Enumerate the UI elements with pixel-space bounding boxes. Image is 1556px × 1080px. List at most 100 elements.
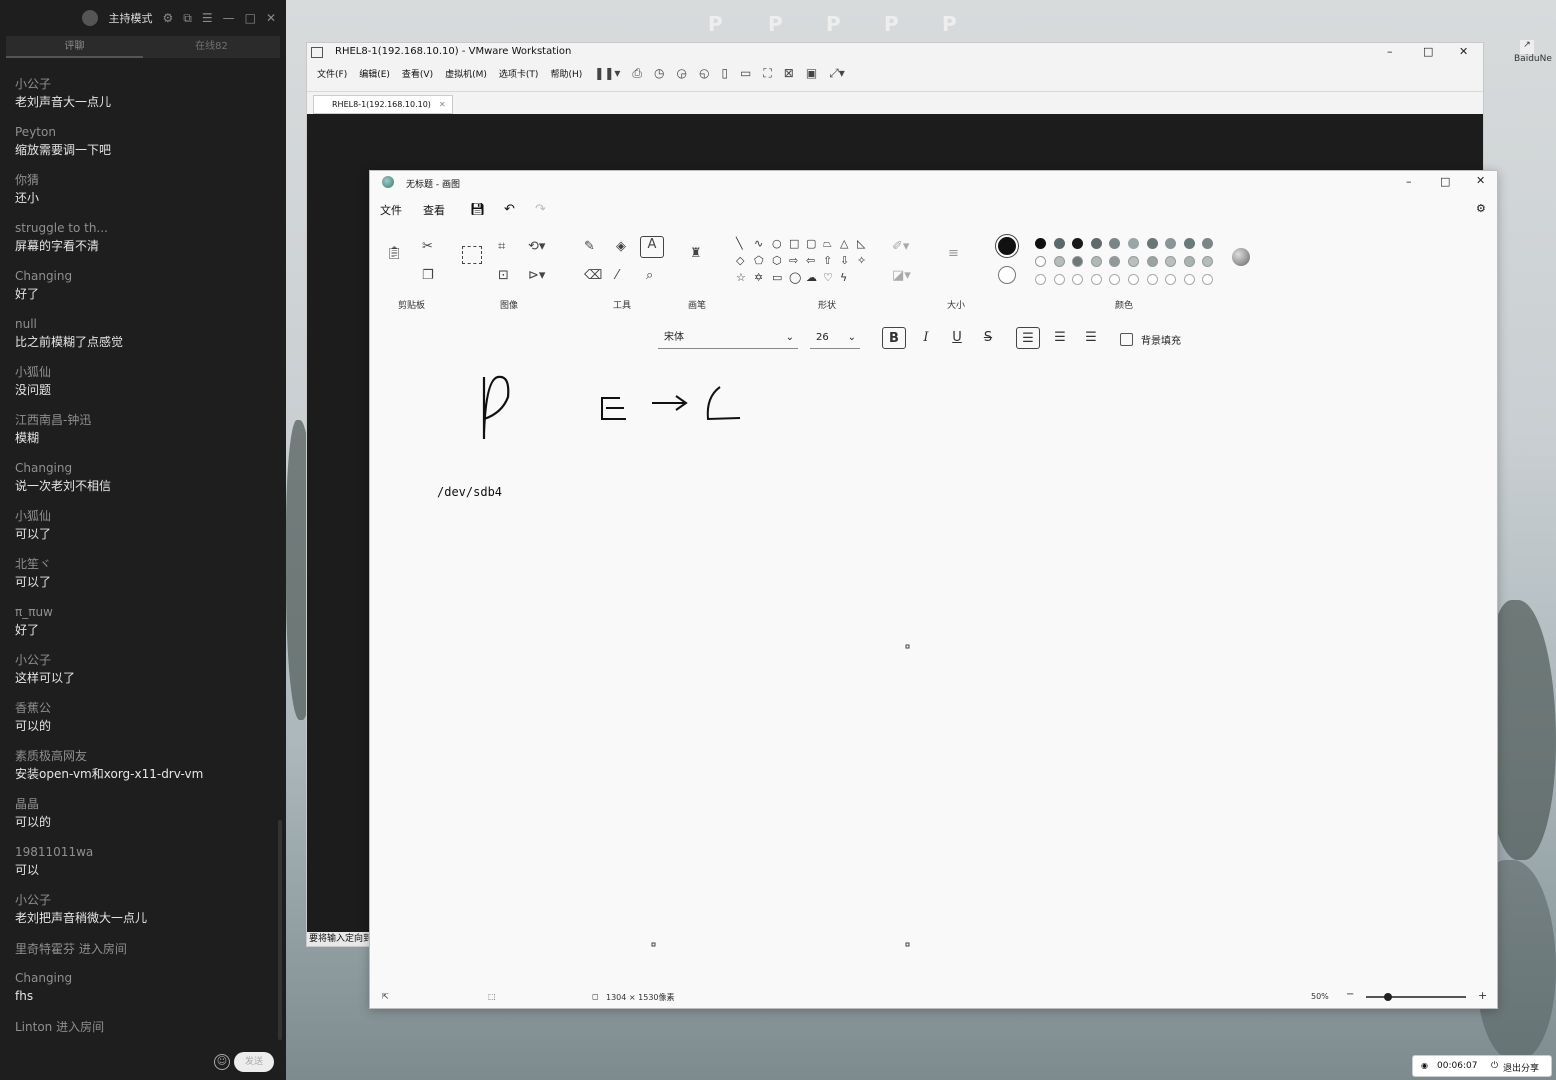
popout-icon[interactable]: ⧉ (183, 11, 192, 26)
palette-custom-swatch[interactable] (1146, 274, 1158, 285)
minimize-icon[interactable]: — (223, 11, 235, 25)
unity-icon[interactable]: ⊠ (784, 66, 794, 80)
palette-color-swatch[interactable] (1109, 256, 1121, 267)
right-arrow-shape-icon[interactable]: ⇨ (789, 254, 798, 267)
console-icon[interactable]: ▣ (806, 66, 817, 80)
four-point-star-shape-icon[interactable]: ✧ (857, 254, 866, 267)
polygon-shape-icon[interactable]: ⏢ (823, 237, 832, 251)
close-icon[interactable]: ✕ (1459, 45, 1468, 58)
brush-icon[interactable]: ♜ (690, 246, 702, 261)
floating-toolbar-icon[interactable]: P (942, 12, 964, 38)
snapshot-icon[interactable]: ◷ (654, 66, 664, 80)
callout-rect-shape-icon[interactable]: ▭ (772, 271, 782, 284)
menu-icon[interactable]: ☰ (202, 11, 213, 25)
send-button[interactable]: 发送 (234, 1052, 274, 1072)
palette-color-swatch[interactable] (1072, 256, 1084, 267)
palette-color-swatch[interactable] (1035, 238, 1046, 249)
palette-color-swatch[interactable] (1165, 256, 1177, 267)
palette-color-swatch[interactable] (1183, 256, 1195, 267)
palette-color-swatch[interactable] (1202, 256, 1214, 267)
primary-color-swatch[interactable] (996, 235, 1018, 257)
pause-icon[interactable]: ❚❚▾ (594, 66, 620, 80)
shape-fill-icon[interactable]: ◪▾ (892, 268, 911, 283)
close-icon[interactable]: ✕ (1476, 174, 1485, 187)
down-arrow-shape-icon[interactable]: ⇩ (840, 254, 849, 267)
zoom-slider[interactable] (1366, 996, 1466, 998)
edit-colors-icon[interactable] (1232, 248, 1250, 266)
left-arrow-shape-icon[interactable]: ⇦ (806, 254, 815, 267)
chat-scrollbar[interactable] (278, 820, 282, 1040)
menu-help[interactable]: 帮助(H) (550, 67, 582, 80)
select-icon[interactable] (462, 246, 482, 264)
up-arrow-shape-icon[interactable]: ⇧ (823, 254, 832, 267)
palette-color-swatch[interactable] (1109, 238, 1121, 249)
maximize-icon[interactable]: □ (1440, 175, 1450, 188)
zoom-slider-thumb[interactable] (1384, 993, 1392, 1001)
crop-icon[interactable]: ⌗ (498, 239, 505, 254)
menu-file[interactable]: 文件 (380, 202, 402, 218)
italic-button[interactable]: I (914, 327, 938, 349)
palette-custom-swatch[interactable] (1202, 274, 1214, 285)
palette-color-swatch[interactable] (1183, 238, 1195, 249)
callout-oval-shape-icon[interactable]: ◯ (789, 271, 801, 284)
desktop-shortcut-baidu[interactable]: ↗ BaiduNe (1514, 40, 1556, 64)
font-select[interactable]: 宋体 ⌄ (658, 327, 798, 349)
save-icon[interactable]: 💾︎ (470, 202, 485, 216)
right-triangle-shape-icon[interactable]: ◺ (857, 237, 865, 250)
palette-custom-swatch[interactable] (1165, 274, 1177, 285)
palette-color-swatch[interactable] (1165, 238, 1177, 249)
maximize-icon[interactable]: □ (1423, 45, 1433, 58)
pencil-icon[interactable]: ✎ (584, 239, 595, 254)
menu-vm[interactable]: 虚拟机(M) (445, 67, 487, 80)
send-ctrl-alt-del-icon[interactable]: ⎙ (632, 66, 642, 81)
palette-custom-swatch[interactable] (1035, 274, 1046, 285)
rectangle-shape-icon[interactable]: □ (789, 237, 799, 250)
palette-color-swatch[interactable] (1053, 238, 1065, 249)
floating-toolbar-icon[interactable]: P (768, 12, 790, 38)
menu-view[interactable]: 查看 (423, 202, 445, 218)
palette-color-swatch[interactable] (1128, 238, 1139, 249)
drawing-canvas[interactable]: /dev/sdb4 (370, 361, 1497, 981)
palette-custom-swatch[interactable] (1109, 274, 1121, 285)
palette-custom-swatch[interactable] (1072, 274, 1084, 285)
palette-color-swatch[interactable] (1053, 256, 1065, 267)
color-picker-icon[interactable]: ⁄ (616, 268, 618, 283)
align-left-button[interactable]: ☰ (1016, 327, 1040, 349)
exit-share-icon[interactable]: ⏻ (1491, 1061, 1498, 1071)
bold-button[interactable]: B (882, 327, 906, 349)
palette-color-swatch[interactable] (1202, 238, 1214, 249)
cut-icon[interactable]: ✂ (422, 239, 433, 254)
fill-icon[interactable]: ◈ (616, 239, 626, 254)
zoom-out-icon[interactable]: − (1346, 989, 1354, 1000)
menu-edit[interactable]: 编辑(E) (359, 67, 390, 80)
palette-custom-swatch[interactable] (1090, 274, 1102, 285)
outline-icon[interactable]: ✐▾ (892, 239, 909, 254)
curve-shape-icon[interactable]: ∿ (754, 237, 763, 250)
secondary-color-swatch[interactable] (998, 266, 1016, 284)
eraser-icon[interactable]: ⌫ (584, 268, 602, 283)
underline-button[interactable]: U (945, 327, 969, 349)
tab-close-icon[interactable]: ✕ (439, 100, 446, 109)
palette-color-swatch[interactable] (1090, 238, 1102, 249)
palette-color-swatch[interactable] (1090, 256, 1102, 267)
palette-color-swatch[interactable] (1128, 256, 1139, 267)
close-icon[interactable]: ✕ (266, 11, 276, 25)
vm-tab[interactable]: RHEL8-1(192.168.10.10) ✕ (313, 95, 453, 114)
align-right-button[interactable]: ☰ (1079, 327, 1103, 349)
palette-custom-swatch[interactable] (1183, 274, 1195, 285)
align-center-button[interactable]: ☰ (1048, 327, 1072, 349)
tab-online[interactable]: 在线82 (143, 36, 280, 58)
oval-shape-icon[interactable]: ○ (772, 237, 782, 250)
emoji-icon[interactable]: ☺ (214, 1054, 230, 1070)
triangle-shape-icon[interactable]: △ (840, 237, 848, 250)
minimize-icon[interactable]: – (1387, 45, 1393, 58)
diamond-shape-icon[interactable]: ◇ (736, 254, 744, 267)
font-size-select[interactable]: 26 ⌄ (810, 327, 860, 349)
callout-cloud-shape-icon[interactable]: ☁︎ (806, 271, 817, 284)
palette-color-swatch[interactable] (1146, 238, 1158, 249)
palette-custom-swatch[interactable] (1128, 274, 1139, 285)
tab-chat[interactable]: 评聊 (6, 36, 143, 58)
menu-file[interactable]: 文件(F) (317, 67, 347, 80)
exit-share-button[interactable]: 退出分享 (1503, 1061, 1539, 1074)
palette-color-swatch[interactable] (1146, 256, 1158, 267)
